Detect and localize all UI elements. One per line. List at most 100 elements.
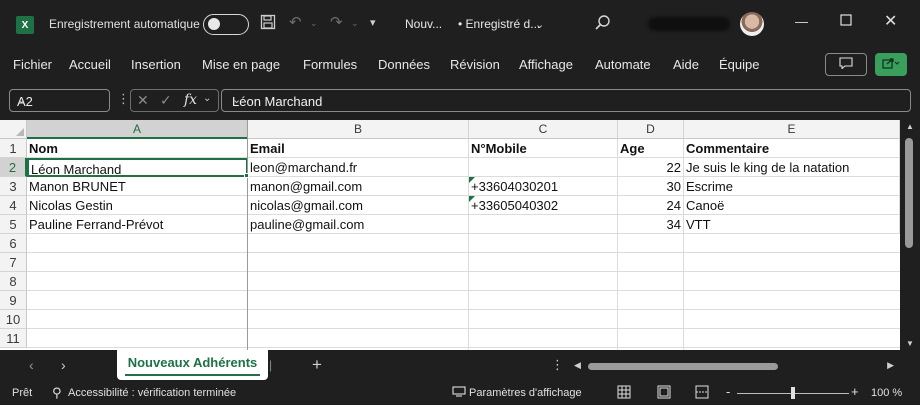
- row-header[interactable]: 11: [0, 329, 27, 348]
- empty-cells[interactable]: [27, 234, 900, 350]
- cell-e5[interactable]: VTT: [684, 215, 900, 234]
- cell-a2-active[interactable]: Léon Marchand: [27, 158, 248, 177]
- cell-a5[interactable]: Pauline Ferrand-Prévot: [27, 215, 248, 234]
- cell-c5[interactable]: [469, 215, 618, 234]
- sheet-tab-nouveaux-adherents[interactable]: Nouveaux Adhérents: [117, 350, 268, 380]
- check-icon[interactable]: ✓: [160, 92, 172, 109]
- vertical-scroll-thumb[interactable]: [905, 138, 913, 248]
- add-sheet-button[interactable]: +: [312, 355, 322, 375]
- row-header[interactable]: 3: [0, 177, 27, 196]
- horizontal-scrollbar[interactable]: ◀ ▶: [574, 360, 894, 372]
- cell-c4[interactable]: +33605040302: [469, 196, 618, 215]
- column-header-e[interactable]: E: [684, 120, 900, 139]
- row-header[interactable]: 10: [0, 310, 27, 329]
- cell-d4[interactable]: 24: [618, 196, 684, 215]
- row-header[interactable]: 4: [0, 196, 27, 215]
- scroll-down-icon[interactable]: ▼: [906, 339, 914, 348]
- chevron-down-icon[interactable]: ⌄: [17, 93, 103, 106]
- cancel-icon[interactable]: ✕: [137, 92, 149, 109]
- more-options-icon[interactable]: ⋮: [117, 91, 130, 107]
- tab-equipe[interactable]: Équipe: [719, 57, 759, 72]
- cell-e4[interactable]: Canoë: [684, 196, 900, 215]
- page-layout-icon[interactable]: [657, 385, 671, 402]
- cell-d2[interactable]: 22: [618, 158, 684, 177]
- zoom-in-button[interactable]: +: [851, 384, 859, 399]
- row-header[interactable]: 6: [0, 234, 27, 253]
- fx-chevron-down-icon[interactable]: ⌄: [203, 93, 211, 104]
- row-header[interactable]: 5: [0, 215, 27, 234]
- undo-dropdown-icon[interactable]: ⌄: [310, 14, 318, 32]
- zoom-level[interactable]: 100 %: [871, 387, 902, 399]
- display-settings-icon[interactable]: [452, 386, 466, 400]
- avatar[interactable]: [740, 12, 764, 36]
- select-all-corner[interactable]: [0, 120, 27, 139]
- document-status[interactable]: • Enregistré d...: [458, 17, 540, 31]
- search-icon[interactable]: [594, 14, 612, 35]
- tab-formules[interactable]: Formules: [303, 57, 357, 72]
- redo-icon[interactable]: ↷: [330, 14, 343, 32]
- minimize-icon[interactable]: —: [795, 14, 808, 29]
- comments-button[interactable]: [825, 53, 867, 76]
- cell-e2[interactable]: Je suis le king de la natation: [684, 158, 900, 177]
- undo-icon[interactable]: ↶: [289, 14, 302, 32]
- cell-d1[interactable]: Age: [618, 139, 684, 158]
- vertical-scrollbar[interactable]: ▲ ▼: [900, 120, 920, 350]
- tab-aide[interactable]: Aide: [673, 57, 699, 72]
- autosave-toggle[interactable]: [203, 14, 249, 35]
- row-header[interactable]: 8: [0, 272, 27, 291]
- tab-mise-en-page[interactable]: Mise en page: [202, 57, 280, 72]
- zoom-slider-thumb[interactable]: [791, 387, 795, 399]
- close-icon[interactable]: ✕: [884, 11, 897, 31]
- expand-formula-icon[interactable]: ⌄: [232, 93, 902, 106]
- document-title[interactable]: Nouv...: [405, 17, 442, 31]
- cell-b4[interactable]: nicolas@gmail.com: [248, 196, 469, 215]
- redo-dropdown-icon[interactable]: ⌄: [351, 14, 359, 32]
- formula-input[interactable]: Léon Marchand ⌄: [221, 89, 911, 112]
- row-header[interactable]: 9: [0, 291, 27, 310]
- cell-b5[interactable]: pauline@gmail.com: [248, 215, 469, 234]
- horizontal-scroll-thumb[interactable]: [588, 363, 778, 370]
- accessibility-status[interactable]: Accessibilité : vérification terminée: [68, 387, 236, 399]
- row-header[interactable]: 1: [0, 139, 27, 158]
- cell-c3[interactable]: +33604030201: [469, 177, 618, 196]
- zoom-out-button[interactable]: -: [726, 384, 730, 399]
- tab-options-icon[interactable]: ⋮: [551, 357, 564, 373]
- column-header-c[interactable]: C: [469, 120, 618, 139]
- cell-a3[interactable]: Manon BRUNET: [27, 177, 248, 196]
- scroll-up-icon[interactable]: ▲: [906, 122, 914, 131]
- scroll-right-icon[interactable]: ▶: [887, 360, 894, 371]
- tab-accueil[interactable]: Accueil: [69, 57, 111, 72]
- fill-handle[interactable]: [244, 173, 249, 178]
- cell-e3[interactable]: Escrime: [684, 177, 900, 196]
- name-box[interactable]: A2 ⌄: [9, 89, 110, 112]
- insert-function-icon[interactable]: fx: [184, 92, 197, 108]
- tab-automate[interactable]: Automate: [595, 57, 651, 72]
- scroll-left-icon[interactable]: ◀: [574, 360, 581, 371]
- normal-view-icon[interactable]: [617, 385, 631, 402]
- display-settings-label[interactable]: Paramètres d'affichage: [469, 387, 582, 399]
- tab-fichier[interactable]: Fichier: [13, 57, 52, 72]
- next-sheet-icon[interactable]: ›: [61, 357, 66, 373]
- tab-donnees[interactable]: Données: [378, 57, 430, 72]
- maximize-icon[interactable]: [840, 14, 852, 29]
- column-header-d[interactable]: D: [618, 120, 684, 139]
- tab-insertion[interactable]: Insertion: [131, 57, 181, 72]
- prev-sheet-icon[interactable]: ‹: [29, 357, 34, 373]
- cell-a4[interactable]: Nicolas Gestin: [27, 196, 248, 215]
- column-header-a[interactable]: A: [27, 120, 248, 139]
- title-chevron-down-icon[interactable]: ⌄: [535, 16, 544, 34]
- share-button[interactable]: [875, 53, 907, 76]
- cell-d3[interactable]: 30: [618, 177, 684, 196]
- cell-c1[interactable]: N°Mobile: [469, 139, 618, 158]
- customize-toolbar-icon[interactable]: ▾: [370, 14, 376, 32]
- page-break-icon[interactable]: [695, 385, 709, 402]
- column-header-b[interactable]: B: [248, 120, 469, 139]
- cell-d5[interactable]: 34: [618, 215, 684, 234]
- cell-a1[interactable]: Nom: [27, 139, 248, 158]
- cell-b3[interactable]: manon@gmail.com: [248, 177, 469, 196]
- row-header[interactable]: 2: [0, 158, 27, 177]
- cell-b2[interactable]: leon@marchand.fr: [248, 158, 469, 177]
- cell-e1[interactable]: Commentaire: [684, 139, 900, 158]
- save-icon[interactable]: [260, 14, 276, 35]
- cell-c2[interactable]: [469, 158, 618, 177]
